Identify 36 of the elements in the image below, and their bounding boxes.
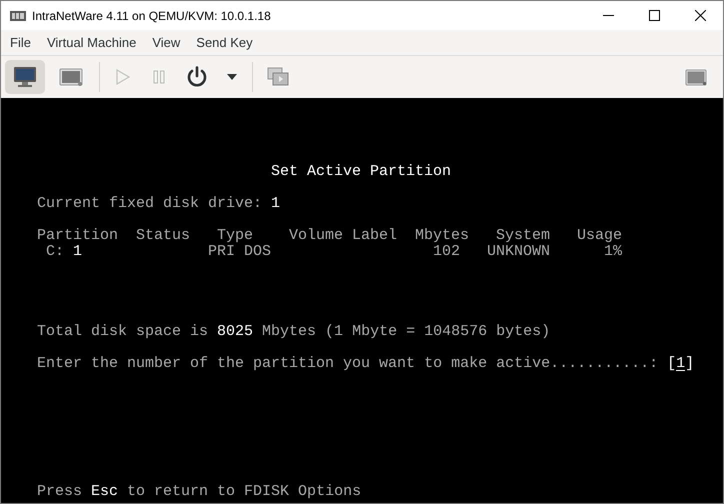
table-cell-text: C: 1 xyxy=(45,244,82,260)
caret-icon xyxy=(227,74,237,80)
text-cursor xyxy=(676,370,686,371)
snapshots-icon xyxy=(267,67,289,87)
column-header: Type xyxy=(216,228,254,244)
screen-icon xyxy=(685,68,707,86)
close-icon xyxy=(694,10,706,21)
column-header: Status xyxy=(136,228,190,244)
monitor-icon xyxy=(13,66,37,88)
window-title: IntraNetWare 4.11 on QEMU/KVM: 10.0.1.18 xyxy=(32,8,272,22)
menu-item[interactable]: File xyxy=(2,35,39,50)
toolbar-button[interactable] xyxy=(5,60,45,94)
menu-item[interactable]: View xyxy=(144,35,188,50)
table-cell: PRI DOS xyxy=(208,244,272,260)
menu-item[interactable]: Virtual Machine xyxy=(38,35,144,50)
screen-icon xyxy=(59,68,83,86)
drive-line: Current fixed disk drive: 1 xyxy=(37,195,280,212)
play-icon xyxy=(116,69,130,85)
column-header: Usage xyxy=(577,228,622,244)
answer-field[interactable]: [1] xyxy=(667,355,694,372)
menu-item[interactable]: Send Key xyxy=(188,35,261,50)
power-icon xyxy=(186,66,208,88)
footer-hint: Press Esc to return to FDISK Options xyxy=(37,483,362,500)
column-header: Volume Label xyxy=(289,228,398,244)
screen-title: Set Active Partition xyxy=(271,163,452,180)
table-cell: 1% xyxy=(604,244,622,260)
column-header: Mbytes xyxy=(415,228,470,244)
column-header: System xyxy=(495,228,550,244)
table-cell: UNKNOWN xyxy=(487,244,550,260)
column-header: Partition xyxy=(37,228,118,244)
maximize-icon xyxy=(648,10,660,21)
table-cell-text: 102 xyxy=(433,244,462,260)
app-icon xyxy=(10,10,26,20)
disk-space-line: Total disk space is 8025 Mbytes (1 Mbyte = 1048576 bytes) xyxy=(37,323,550,340)
prompt-text: Enter the number of the partition you want to make active...........: xyxy=(37,355,658,372)
pause-icon xyxy=(153,70,165,84)
